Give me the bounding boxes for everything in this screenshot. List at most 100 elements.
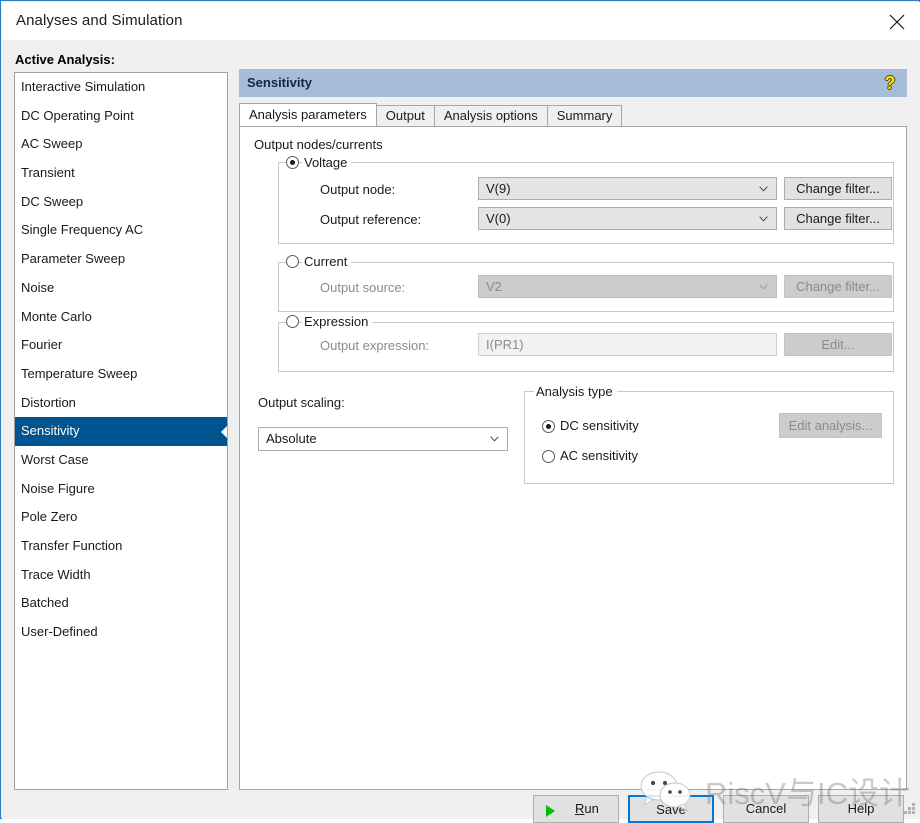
sidebar-item[interactable]: Worst Case xyxy=(15,446,227,475)
sidebar-item-label: Fourier xyxy=(21,337,63,353)
analysis-detail-panel: Sensitivity ? Analysis parameters Output A… xyxy=(239,69,907,790)
output-nodes-section-label: Output nodes/currents xyxy=(254,137,383,152)
sidebar-item[interactable]: Noise xyxy=(15,274,227,303)
sidebar-item-label: Monte Carlo xyxy=(21,308,92,324)
chevron-down-icon xyxy=(759,216,768,222)
sidebar-item-label: AC Sweep xyxy=(21,136,83,152)
sidebar-item-label: Transient xyxy=(21,165,75,181)
sidebar-item[interactable]: User-Defined xyxy=(15,618,227,647)
expression-edit-button: Edit... xyxy=(784,333,892,356)
close-button[interactable] xyxy=(874,2,920,39)
chevron-down-icon xyxy=(759,284,768,290)
sidebar-item[interactable]: Interactive Simulation xyxy=(15,73,227,102)
sidebar-item-label: Distortion xyxy=(21,394,76,410)
output-reference-value: V(0) xyxy=(486,211,511,226)
sidebar-item[interactable]: Batched xyxy=(15,589,227,618)
sidebar-item[interactable]: Distortion xyxy=(15,389,227,418)
chevron-down-icon xyxy=(490,436,499,442)
sidebar-item-label: Sensitivity xyxy=(21,423,80,439)
analysis-parameters-pane: Output nodes/currents Voltage Output nod… xyxy=(239,126,907,790)
sidebar-item-label: Noise Figure xyxy=(21,480,95,496)
sidebar-item-label: DC Operating Point xyxy=(21,107,134,123)
sidebar-item[interactable]: DC Operating Point xyxy=(15,102,227,131)
output-source-label: Output source: xyxy=(320,280,406,295)
output-scaling-combo[interactable]: Absolute xyxy=(258,427,508,451)
sidebar-item-label: DC Sweep xyxy=(21,193,84,209)
output-reference-change-filter-button[interactable]: Change filter... xyxy=(784,207,892,230)
output-node-label: Output node: xyxy=(320,182,396,197)
dc-sensitivity-radio[interactable] xyxy=(542,420,555,433)
sidebar-item-label: Temperature Sweep xyxy=(21,365,138,381)
save-label: Save xyxy=(656,802,686,817)
output-source-change-filter-button: Change filter... xyxy=(784,275,892,298)
sidebar-item[interactable]: Transient xyxy=(15,159,227,188)
output-reference-change-filter-label: Change filter... xyxy=(796,211,880,226)
sidebar-item[interactable]: Noise Figure xyxy=(15,475,227,504)
output-scaling-label: Output scaling: xyxy=(258,395,345,410)
title-bar: Analyses and Simulation xyxy=(2,2,920,40)
sidebar-item[interactable]: Trace Width xyxy=(15,561,227,590)
resize-grip[interactable] xyxy=(903,803,916,816)
panel-title: Sensitivity xyxy=(247,75,313,90)
expression-radio[interactable] xyxy=(286,315,299,328)
tab-label: Analysis parameters xyxy=(249,107,367,122)
panel-header: Sensitivity ? xyxy=(239,69,907,97)
current-radio[interactable] xyxy=(286,255,299,268)
cancel-label: Cancel xyxy=(745,801,787,816)
sidebar-item[interactable]: AC Sweep xyxy=(15,130,227,159)
dialog-footer: Run Save Cancel Help xyxy=(2,790,920,823)
sidebar-item[interactable]: Transfer Function xyxy=(15,532,227,561)
output-source-change-filter-label: Change filter... xyxy=(796,279,880,294)
analysis-list[interactable]: Interactive Simulation DC Operating Point… xyxy=(14,72,228,790)
help-glyph: ? xyxy=(884,73,896,93)
sidebar-item[interactable]: Pole Zero xyxy=(15,503,227,532)
ac-sensitivity-radio[interactable] xyxy=(542,450,555,463)
sidebar-item[interactable]: Temperature Sweep xyxy=(15,360,227,389)
output-node-change-filter-button[interactable]: Change filter... xyxy=(784,177,892,200)
active-analysis-label: Active Analysis: xyxy=(15,52,115,67)
sidebar-item-label: User-Defined xyxy=(21,624,98,640)
sidebar-item-label: Interactive Simulation xyxy=(21,79,146,94)
edit-analysis-label: Edit analysis... xyxy=(788,418,873,433)
sidebar-item-label: Noise xyxy=(21,279,55,295)
analysis-type-legend: Analysis type xyxy=(534,384,617,399)
output-node-combo[interactable]: V(9) xyxy=(478,177,777,200)
output-node-value: V(9) xyxy=(486,181,511,196)
voltage-group xyxy=(278,162,894,244)
output-node-change-filter-label: Change filter... xyxy=(796,181,880,196)
chevron-down-icon xyxy=(759,186,768,192)
sidebar-item[interactable]: Monte Carlo xyxy=(15,303,227,332)
help-question-icon[interactable]: ? xyxy=(879,71,901,95)
tab-label: Analysis options xyxy=(443,108,538,123)
sidebar-item-label: Worst Case xyxy=(21,451,89,467)
sidebar-item-label: Pole Zero xyxy=(21,509,78,525)
sidebar-item[interactable]: DC Sweep xyxy=(15,188,227,217)
sidebar-item-label: Transfer Function xyxy=(21,538,123,553)
tab[interactable]: Analysis options xyxy=(433,105,548,126)
dialog-client-area: Active Analysis: Interactive Simulation D… xyxy=(2,40,920,823)
sidebar-item[interactable]: Parameter Sweep xyxy=(15,245,227,274)
sidebar-item[interactable]: Sensitivity xyxy=(15,417,227,446)
tab[interactable]: Output xyxy=(375,105,435,126)
output-expression-value: I(PR1) xyxy=(486,337,524,352)
tab[interactable]: Summary xyxy=(546,105,623,126)
ac-sensitivity-label[interactable]: AC sensitivity xyxy=(560,448,638,463)
output-source-combo: V2 xyxy=(478,275,777,298)
output-reference-combo[interactable]: V(0) xyxy=(478,207,777,230)
run-label: Run xyxy=(575,801,599,816)
expression-legend: Expression xyxy=(302,314,373,329)
tab-strip[interactable]: Analysis parameters Output Analysis option… xyxy=(239,103,907,126)
voltage-radio[interactable] xyxy=(286,156,299,169)
output-expression-field: I(PR1) xyxy=(478,333,777,356)
edit-analysis-button: Edit analysis... xyxy=(779,413,882,438)
dc-sensitivity-label[interactable]: DC sensitivity xyxy=(560,418,639,433)
sidebar-item[interactable]: Fourier xyxy=(15,331,227,360)
sidebar-item-label: Trace Width xyxy=(21,566,91,582)
close-icon xyxy=(889,14,905,30)
play-triangle-icon xyxy=(546,805,555,817)
sidebar-item[interactable]: Single Frequency AC xyxy=(15,216,227,245)
tab-label: Summary xyxy=(556,108,613,123)
help-label: Help xyxy=(847,801,875,816)
output-reference-label: Output reference: xyxy=(320,212,422,227)
tab[interactable]: Analysis parameters xyxy=(239,103,377,126)
